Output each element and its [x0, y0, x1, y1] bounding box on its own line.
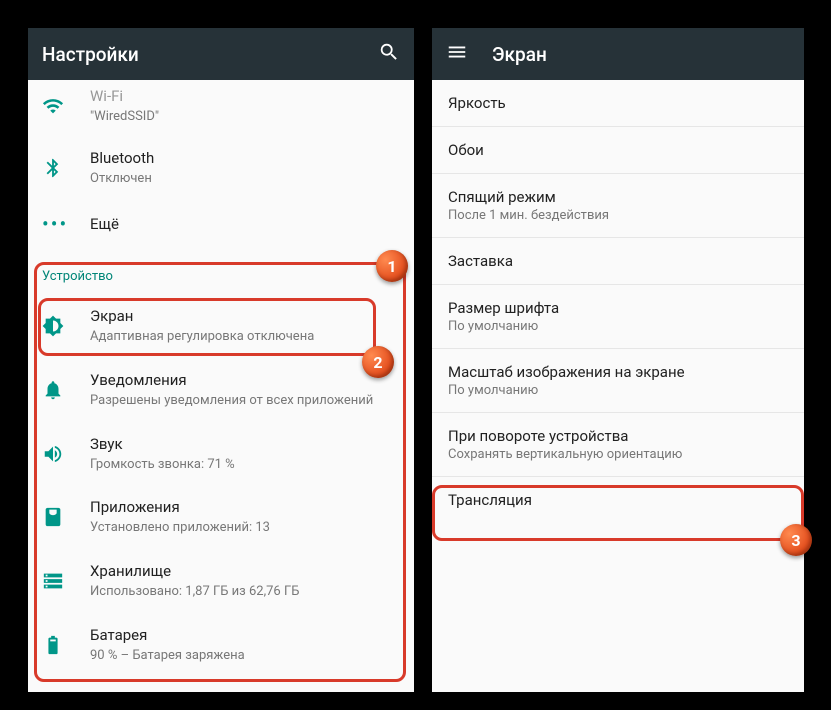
row-wifi[interactable]: Wi-Fi "WiredSSID" — [28, 80, 414, 136]
appbar-right: Экран — [432, 28, 804, 80]
wifi-title: Wi-Fi — [90, 86, 402, 107]
badge-2: 2 — [362, 346, 394, 378]
storage-title: Хранилище — [90, 561, 402, 582]
row-battery[interactable]: Батарея 90 % – Батарея заряжена — [28, 613, 414, 677]
row-notifications[interactable]: Уведомления Разрешены уведомления от все… — [28, 358, 414, 422]
apps-title: Приложения — [90, 497, 402, 518]
search-icon[interactable] — [378, 41, 400, 68]
bluetooth-sub: Отключен — [90, 171, 402, 188]
row-apps[interactable]: Приложения Установлено приложений: 13 — [28, 485, 414, 549]
battery-title: Батарея — [90, 625, 402, 646]
menu-icon[interactable] — [446, 41, 468, 68]
phone-display: Экран Яркость Обои Спящий режим После 1 … — [432, 28, 804, 692]
row-fontsize[interactable]: Размер шрифта По умолчанию — [432, 285, 804, 349]
wifi-icon — [42, 95, 90, 117]
appbar-title-right: Экран — [492, 43, 790, 66]
apps-sub: Установлено приложений: 13 — [90, 520, 402, 537]
notifications-icon — [42, 379, 90, 401]
battery-icon — [42, 634, 90, 656]
notifications-sub: Разрешены уведомления от всех приложений — [90, 393, 402, 410]
row-bluetooth[interactable]: Bluetooth Отключен — [28, 136, 414, 200]
row-daydream[interactable]: Заставка — [432, 238, 804, 285]
settings-body: Wi-Fi "WiredSSID" Bluetooth Отключен •••… — [28, 80, 414, 677]
storage-sub: Использовано: 1,87 ГБ из 62,76 ГБ — [90, 584, 402, 601]
more-title: Ещё — [90, 214, 402, 235]
display-title: Экран — [90, 306, 402, 327]
bluetooth-title: Bluetooth — [90, 148, 402, 169]
apps-icon — [42, 506, 90, 528]
row-displaysize[interactable]: Масштаб изображения на экране По умолчан… — [432, 349, 804, 413]
row-display[interactable]: Экран Адаптивная регулировка отключена — [28, 294, 414, 358]
brightness-icon — [42, 315, 90, 337]
badge-1: 1 — [376, 250, 408, 282]
row-cast[interactable]: Трансляция — [432, 477, 804, 523]
row-rotate[interactable]: При повороте устройства Сохранять вертик… — [432, 413, 804, 477]
sound-title: Звук — [90, 434, 402, 455]
more-icon: ••• — [42, 214, 90, 234]
row-sleep[interactable]: Спящий режим После 1 мин. бездействия — [432, 174, 804, 238]
volume-icon — [42, 443, 90, 465]
row-more[interactable]: ••• Ещё — [28, 200, 414, 249]
storage-icon — [42, 570, 90, 592]
display-sub: Адаптивная регулировка отключена — [90, 329, 402, 346]
bluetooth-icon — [42, 157, 90, 179]
wifi-sub: "WiredSSID" — [90, 109, 402, 126]
appbar-title: Настройки — [42, 43, 378, 66]
phone-settings: Настройки Wi-Fi "WiredSSID" Bluetooth От… — [28, 28, 414, 692]
section-device: Устройство — [28, 249, 414, 294]
battery-sub: 90 % – Батарея заряжена — [90, 648, 402, 665]
row-storage[interactable]: Хранилище Использовано: 1,87 ГБ из 62,76… — [28, 549, 414, 613]
notifications-title: Уведомления — [90, 370, 402, 391]
row-wallpaper[interactable]: Обои — [432, 127, 804, 174]
badge-3: 3 — [780, 524, 812, 556]
sound-sub: Громкость звонка: 71 % — [90, 457, 402, 474]
appbar: Настройки — [28, 28, 414, 80]
row-brightness[interactable]: Яркость — [432, 80, 804, 127]
row-sound[interactable]: Звук Громкость звонка: 71 % — [28, 422, 414, 486]
display-body: Яркость Обои Спящий режим После 1 мин. б… — [432, 80, 804, 523]
